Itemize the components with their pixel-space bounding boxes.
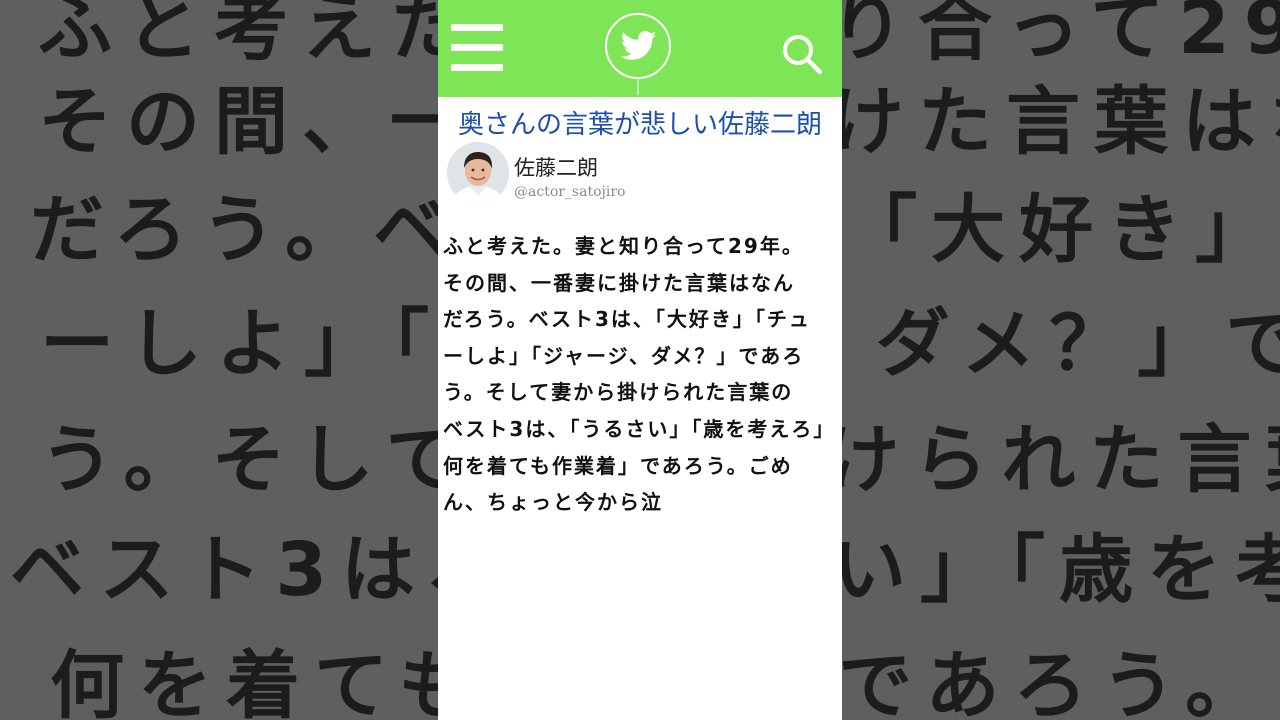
logo-stem-divider [637,79,639,95]
tweet-text-line: ベスト3は、「うるさい」「歳を考えろ」 [443,416,836,441]
search-icon[interactable] [781,33,825,77]
tweet-text-line: 何を着ても作業着」であろう。ごめ [443,453,793,478]
twitter-bird-icon[interactable] [605,13,671,79]
tweet-text-line: ん、ちょっと今から泣 [443,490,663,515]
hamburger-menu-icon[interactable] [451,24,503,72]
tweet-text-line: その間、一番妻に掛けた言葉はなん [443,270,795,295]
tweet-text-line: ふと考えた。妻と知り合って29年。 [443,234,804,258]
top-bar [438,0,842,97]
tweet-text-line: ーしよ」「ジャージ、ダメ？」であろ [443,343,805,368]
avatar[interactable] [447,142,509,204]
tweet-text-line: う。そして妻から掛けられた言葉の [443,380,794,405]
tweet-body: ふと考えた。妻と知り合って29年。 その間、一番妻に掛けた言葉はなん だろう。ベ… [443,228,841,521]
tweet-panel: 奥さんの言葉が悲しい佐藤二朗 佐藤二朗 @actor_satojiro ふと考え… [438,0,842,720]
author-name[interactable]: 佐藤二朗 [514,152,598,182]
tweet-text-line: だろう。ベスト3は、「大好き」「チュ [443,307,811,332]
post-title: 奥さんの言葉が悲しい佐藤二朗 [457,110,822,140]
author-handle[interactable]: @actor_satojiro [514,184,625,200]
